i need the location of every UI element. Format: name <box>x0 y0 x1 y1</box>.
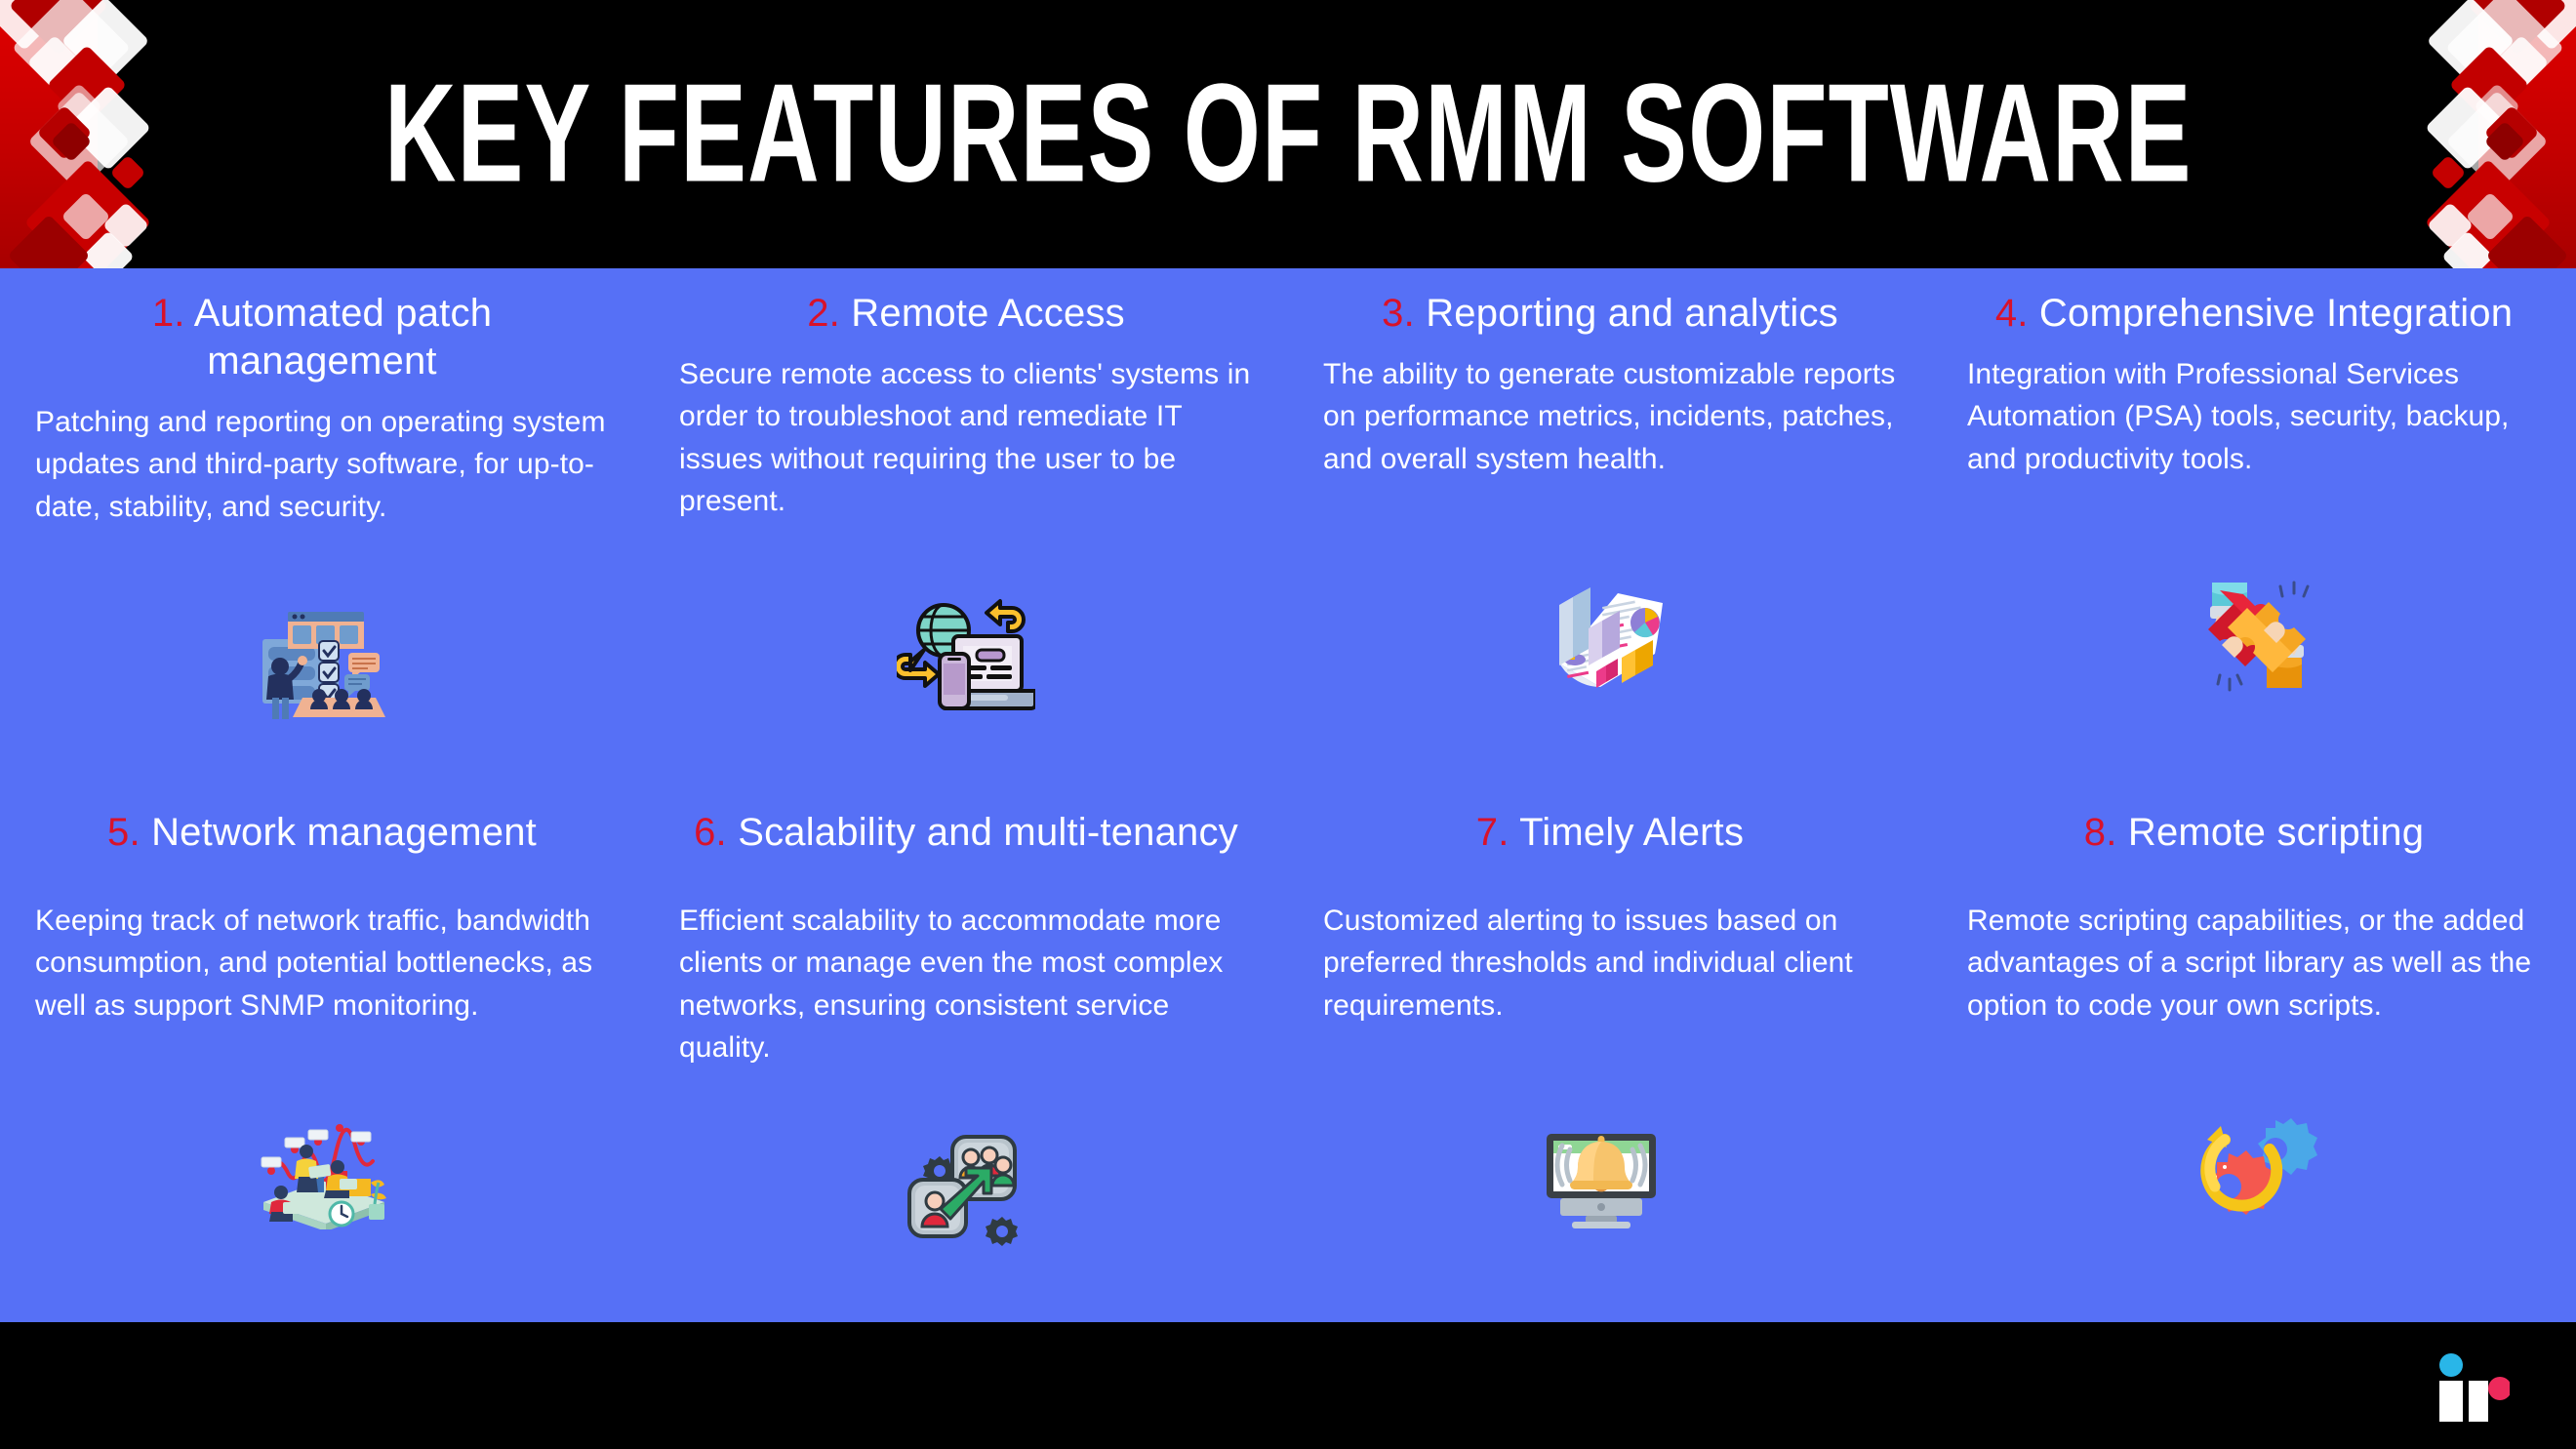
feature-body-1: Patching and reporting on operating syst… <box>35 405 606 523</box>
feature-number-5: 5. <box>107 811 141 854</box>
feature-body-3: The ability to generate customizable rep… <box>1323 357 1896 475</box>
feature-title-2: 2. Remote Access <box>665 290 1267 338</box>
feature-number-4: 4. <box>1994 292 2029 335</box>
gears-refresh-icon <box>1953 1030 2555 1322</box>
feature-title-6: 6. Scalability and multi-tenancy <box>665 809 1267 857</box>
feature-number-6: 6. <box>694 811 727 854</box>
feature-card-2: 2. Remote Access Secure remote access to… <box>644 268 1288 795</box>
feature-title-text-2: Remote Access <box>851 292 1125 335</box>
feature-title-7: 7. Timely Alerts <box>1309 809 1911 857</box>
feature-title-text-3: Reporting and analytics <box>1426 292 1838 335</box>
feature-body-4: Integration with Professional Services A… <box>1967 357 2510 475</box>
feature-body-2: Secure remote access to clients' systems… <box>679 357 1251 518</box>
feature-body-6: Efficient scalability to accommodate mor… <box>679 904 1224 1065</box>
feature-card-5: 5. Network management Keeping track of n… <box>0 795 644 1322</box>
feature-card-4: 4. Comprehensive Integration Integration… <box>1932 268 2576 795</box>
remote-access-icon <box>665 527 1267 795</box>
feature-title-text-5: Network management <box>151 811 537 854</box>
feature-title-text-4: Comprehensive Integration <box>2038 292 2514 335</box>
header-banner: KEY FEATURES OF RMM SOFTWARE <box>0 0 2576 268</box>
patch-management-icon <box>21 532 623 795</box>
feature-body-8: Remote scripting capabilities, or the ad… <box>1967 904 2532 1022</box>
alert-bell-monitor-icon <box>1309 1030 1911 1322</box>
feature-body-7: Customized alerting to issues based on p… <box>1323 904 1853 1022</box>
features-grid: 1. Automated patch management Patching a… <box>0 268 2576 1322</box>
brand-logo <box>2439 1353 2510 1422</box>
feature-title-8: 8. Remote scripting <box>1953 809 2555 857</box>
feature-title-text-7: Timely Alerts <box>1519 811 1745 854</box>
feature-title-text-6: Scalability and multi-tenancy <box>738 811 1238 854</box>
scalability-users-icon <box>665 1073 1267 1322</box>
feature-title-3: 3. Reporting and analytics <box>1309 290 1911 338</box>
feature-card-3: 3. Reporting and analytics The ability t… <box>1288 268 1932 795</box>
feature-number-1: 1. <box>151 292 185 335</box>
feature-number-3: 3. <box>1382 292 1415 335</box>
feature-card-8: 8. Remote scripting Remote scripting cap… <box>1932 795 2576 1322</box>
infographic-slide: KEY FEATURES OF RMM SOFTWARE 1. Automate… <box>0 0 2576 1449</box>
feature-number-8: 8. <box>2083 811 2117 854</box>
feature-title-1: 1. Automated patch management <box>21 290 623 385</box>
page-title-text: KEY FEATURES OF RMM SOFTWARE <box>383 55 2193 212</box>
feature-number-2: 2. <box>807 292 840 335</box>
page-title: KEY FEATURES OF RMM SOFTWARE <box>0 60 2576 207</box>
puzzle-integration-icon <box>1953 484 2555 795</box>
feature-title-5: 5. Network management <box>21 809 623 857</box>
feature-number-7: 7. <box>1475 811 1509 854</box>
feature-card-6: 6. Scalability and multi-tenancy Efficie… <box>644 795 1288 1322</box>
feature-body-5: Keeping track of network traffic, bandwi… <box>35 904 593 1022</box>
feature-title-text-8: Remote scripting <box>2127 811 2425 854</box>
feature-title-4: 4. Comprehensive Integration <box>1953 290 2555 338</box>
reporting-analytics-icon <box>1309 484 1911 795</box>
feature-title-text-1: Automated patch management <box>193 292 493 382</box>
feature-card-7: 7. Timely Alerts Customized alerting to … <box>1288 795 1932 1322</box>
network-management-icon <box>21 1030 623 1322</box>
footer-bar <box>0 1322 2576 1449</box>
feature-card-1: 1. Automated patch management Patching a… <box>0 268 644 795</box>
